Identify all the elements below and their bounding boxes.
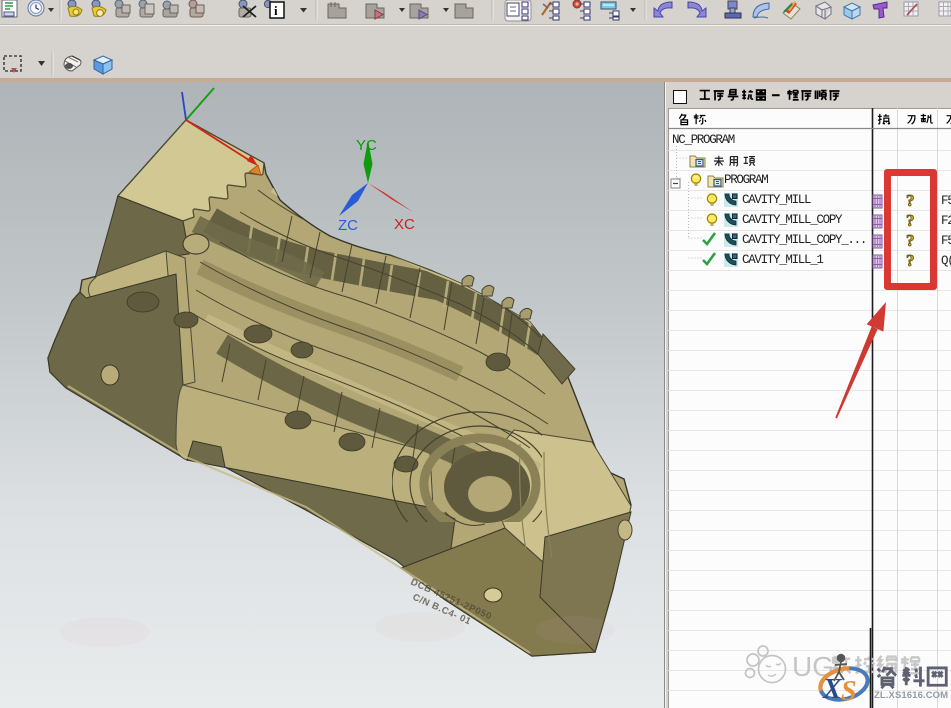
svg-text:ZC: ZC xyxy=(338,217,358,234)
svg-text:XC: XC xyxy=(394,216,415,233)
svg-text:YC: YC xyxy=(356,137,377,154)
svg-text:i: i xyxy=(274,3,278,18)
